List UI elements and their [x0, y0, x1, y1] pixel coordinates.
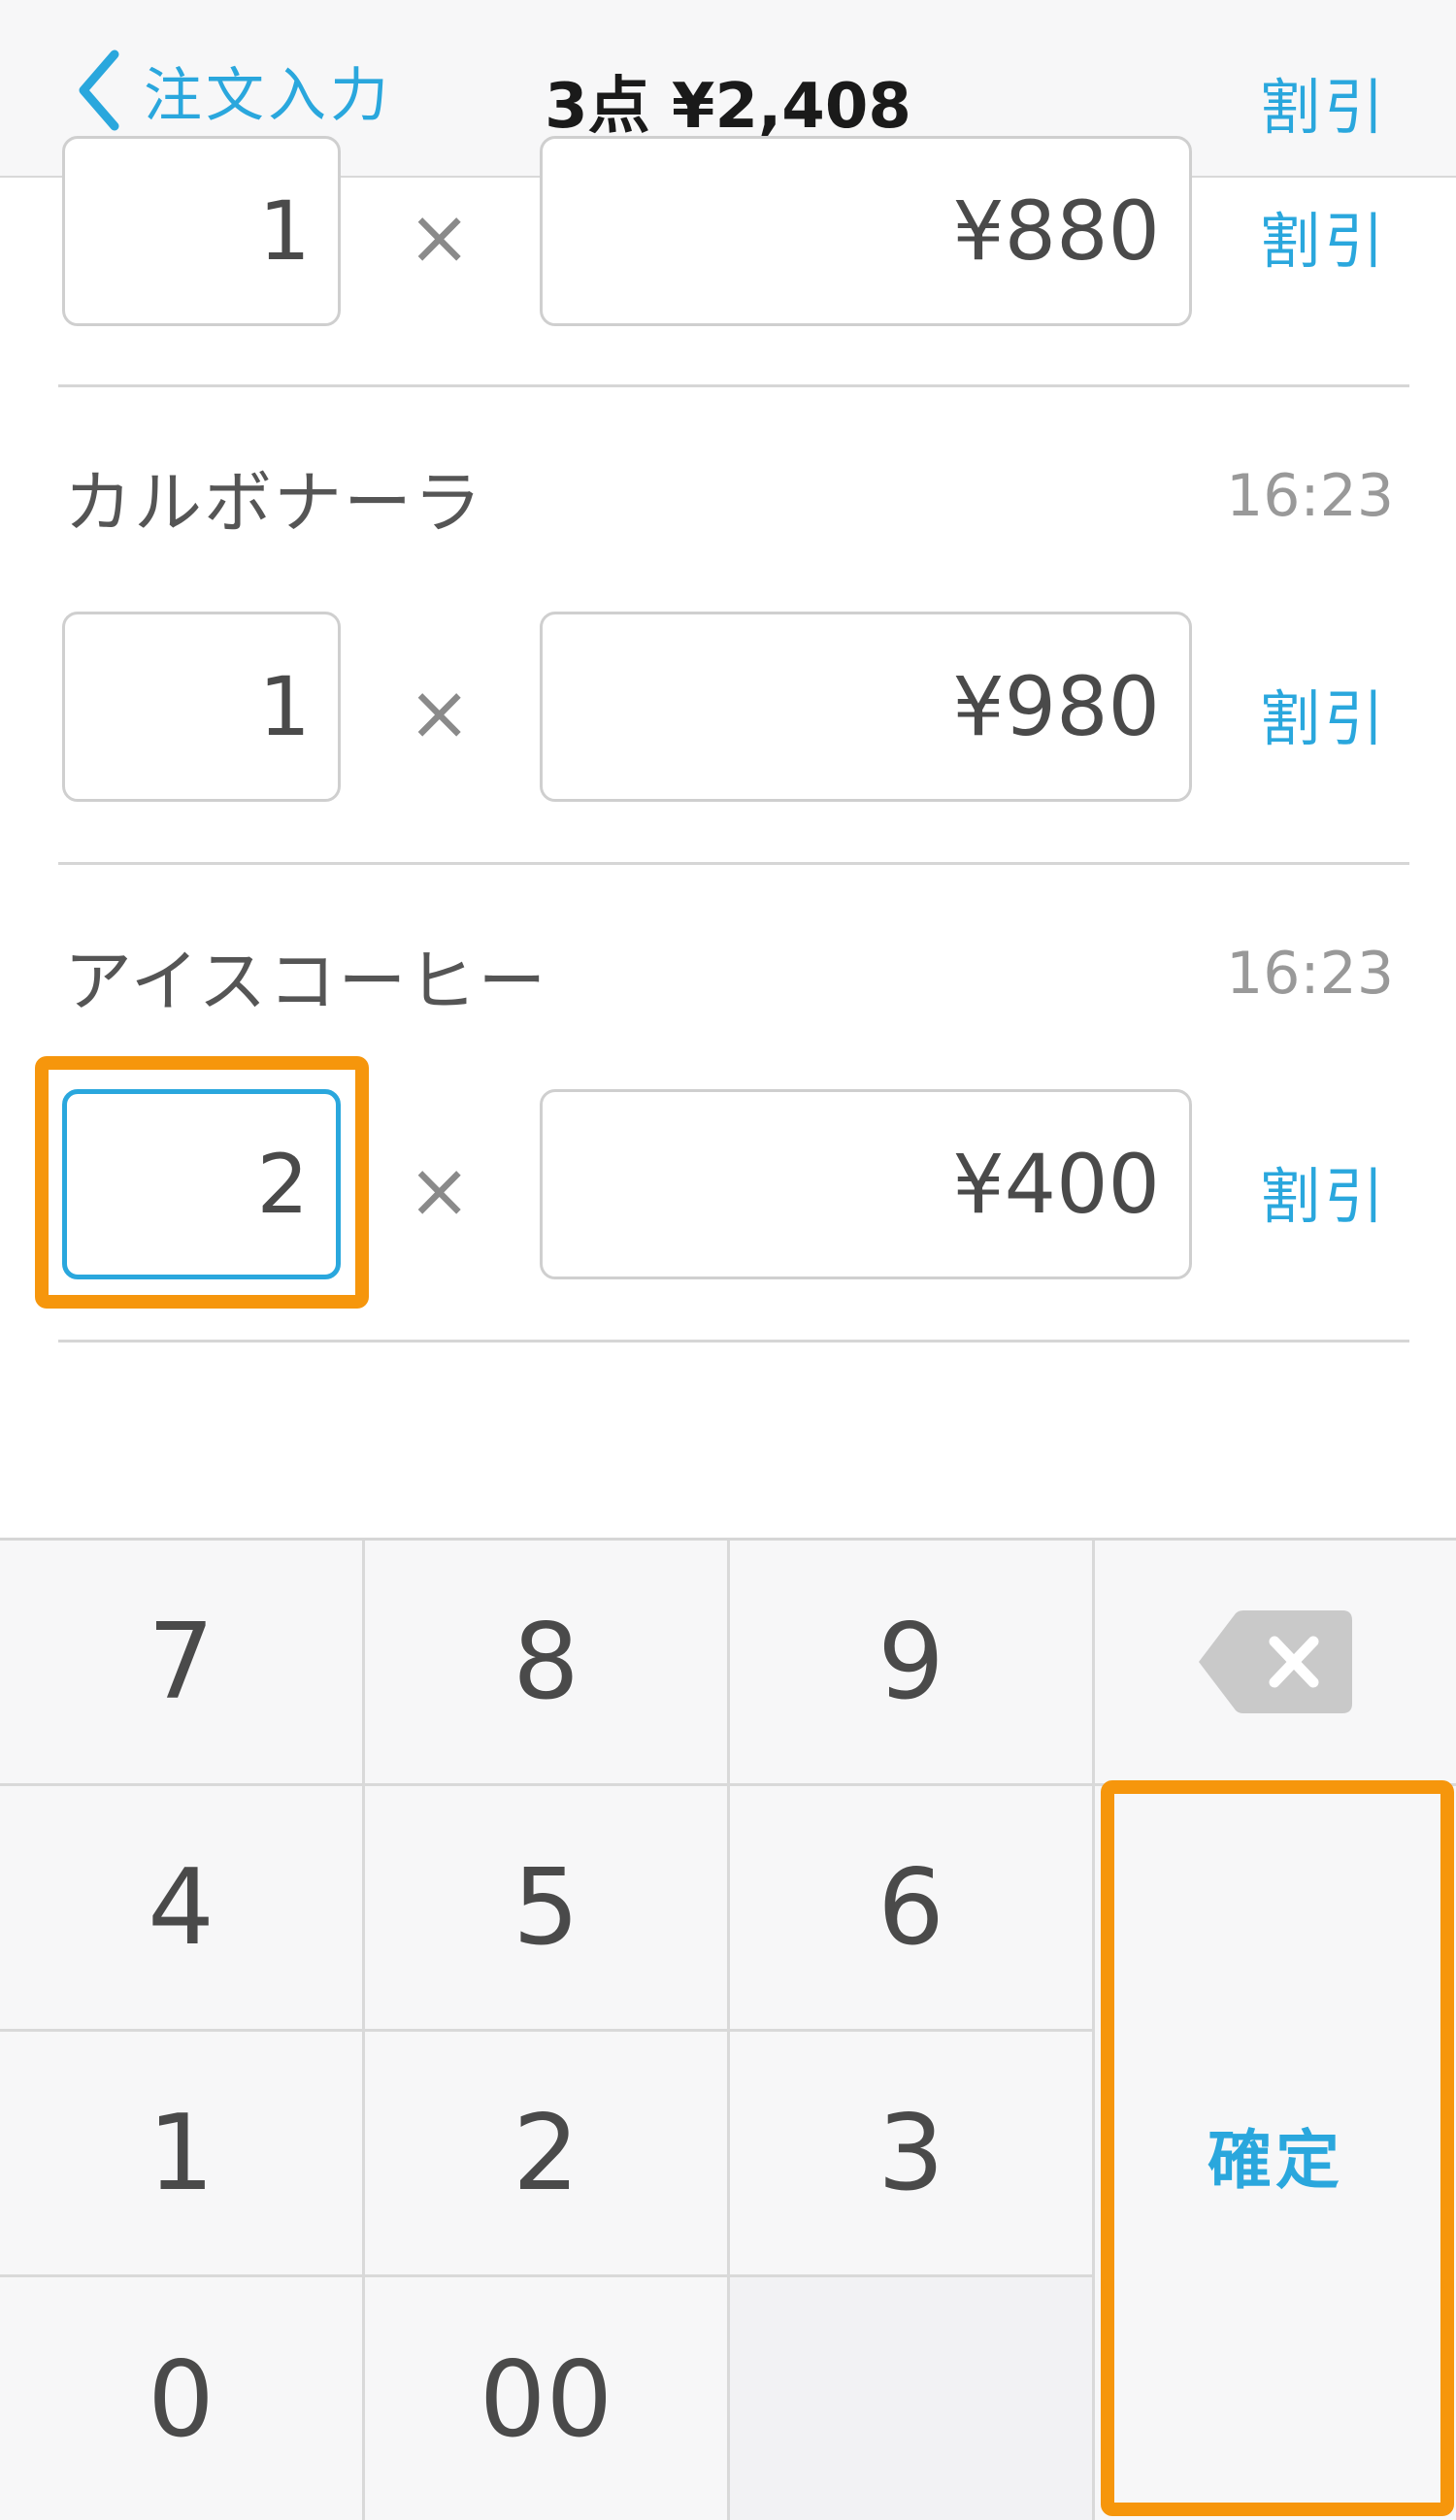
key-1[interactable]: 1 [0, 2032, 365, 2277]
divider [58, 862, 1409, 865]
key-label: 0 [148, 2339, 215, 2461]
price-value: ¥400 [952, 1137, 1160, 1232]
key-label: 3 [877, 2092, 944, 2214]
price-field[interactable]: ¥400 [540, 1089, 1192, 1279]
key-empty [730, 2277, 1095, 2520]
key-label: 2 [513, 2092, 579, 2214]
key-label: 5 [513, 1846, 579, 1969]
key-label: 9 [877, 1601, 944, 1723]
key-6[interactable]: 6 [730, 1786, 1095, 2032]
key-label: 4 [148, 1846, 215, 1969]
key-8[interactable]: 8 [365, 1541, 730, 1786]
price-value: ¥980 [952, 659, 1160, 754]
price-field[interactable]: ¥880 [540, 136, 1192, 326]
key-0[interactable]: 0 [0, 2277, 365, 2520]
item-name: アイスコーヒー [64, 942, 548, 1021]
price-value: ¥880 [952, 183, 1160, 279]
times-symbol: × [408, 194, 472, 282]
key-label: 6 [877, 1846, 944, 1969]
key-5[interactable]: 5 [365, 1786, 730, 2032]
backspace-icon [1199, 1610, 1352, 1713]
divider [58, 384, 1409, 387]
times-symbol: × [408, 670, 472, 757]
quantity-value: 1 [258, 183, 311, 279]
key-label: 00 [479, 2339, 613, 2461]
quantity-highlight-frame [35, 1056, 369, 1309]
item-discount-button[interactable]: 割引 [1260, 1147, 1388, 1235]
key-2[interactable]: 2 [365, 2032, 730, 2277]
key-7[interactable]: 7 [0, 1541, 365, 1786]
order-total-title: 3点 ¥2,408 [545, 71, 911, 143]
key-label: 7 [148, 1601, 215, 1723]
times-symbol: × [408, 1147, 472, 1235]
item-time: 16:23 [1226, 462, 1394, 530]
key-9[interactable]: 9 [730, 1541, 1095, 1786]
quantity-field[interactable]: 1 [62, 136, 341, 326]
divider [58, 1340, 1409, 1343]
quantity-value: 1 [258, 659, 311, 754]
item-discount-button[interactable]: 割引 [1260, 670, 1388, 757]
confirm-highlight-frame [1101, 1780, 1454, 2516]
item-discount-button[interactable]: 割引 [1260, 192, 1388, 280]
key-label: 1 [148, 2092, 215, 2214]
key-3[interactable]: 3 [730, 2032, 1095, 2277]
quantity-field[interactable]: 1 [62, 612, 341, 802]
backspace-button[interactable] [1095, 1541, 1456, 1786]
item-name: カルボナーラ [64, 463, 483, 543]
key-label: 8 [513, 1601, 579, 1723]
price-field[interactable]: ¥980 [540, 612, 1192, 802]
key-4[interactable]: 4 [0, 1786, 365, 2032]
item-time: 16:23 [1226, 940, 1394, 1008]
key-00[interactable]: 00 [365, 2277, 730, 2520]
header-discount-button[interactable]: 割引 [1260, 58, 1388, 146]
